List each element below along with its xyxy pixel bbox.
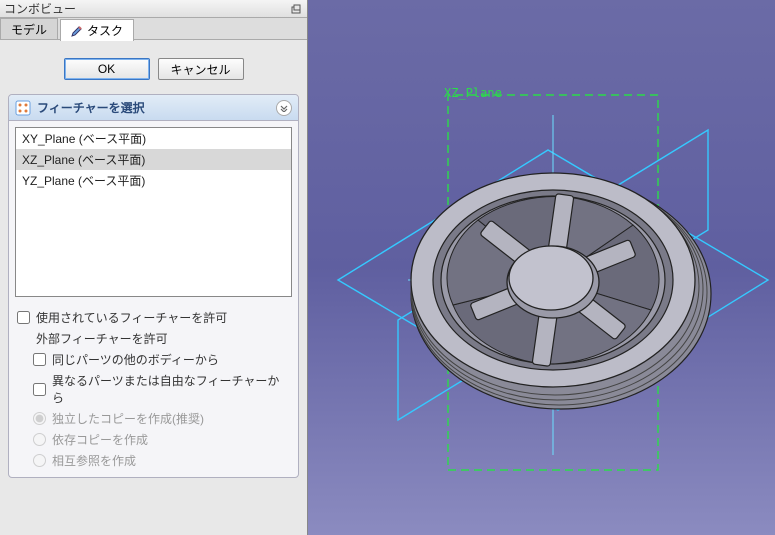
checkbox[interactable] xyxy=(33,353,46,366)
group-label: 外部フィーチャーを許可 xyxy=(36,330,168,347)
tab-model[interactable]: モデル xyxy=(0,18,58,39)
radio-label: 依存コピーを作成 xyxy=(52,431,148,448)
list-item[interactable]: XY_Plane (ベース平面) xyxy=(16,128,291,149)
3d-scene xyxy=(308,0,775,535)
tab-task-label: タスク xyxy=(87,22,123,39)
check-other-parts[interactable]: 異なるパーツまたは自由なフィーチャーから xyxy=(15,370,292,408)
3d-viewport[interactable]: XZ_Plane xyxy=(308,0,775,535)
check-label: 同じパーツの他のボディーから xyxy=(52,351,219,368)
radio xyxy=(33,433,46,446)
task-body: OK キャンセル フィーチャーを選択 XY_Plane (ベース平面) XZ_P… xyxy=(0,40,307,492)
select-feature-section: フィーチャーを選択 XY_Plane (ベース平面) XZ_Plane (ベース… xyxy=(8,94,299,478)
tab-task[interactable]: タスク xyxy=(60,19,134,41)
tab-bar: モデル タスク xyxy=(0,18,307,40)
radio-label: 相互参照を作成 xyxy=(52,452,136,469)
list-item[interactable]: YZ_Plane (ベース平面) xyxy=(16,170,291,191)
ok-button[interactable]: OK xyxy=(64,58,150,80)
combo-view-panel: コンボビュー モデル タスク OK キャンセル フィーチャーを選択 xyxy=(0,0,308,535)
undock-icon[interactable] xyxy=(289,2,303,16)
section-title: フィーチャーを選択 xyxy=(37,99,145,116)
radio-crossref: 相互参照を作成 xyxy=(15,450,292,471)
pencil-icon xyxy=(71,25,83,37)
check-label: 使用されているフィーチャーを許可 xyxy=(36,309,227,326)
panel-title-text: コンボビュー xyxy=(4,0,76,17)
panel-titlebar: コンボビュー xyxy=(0,0,307,18)
checkbox[interactable] xyxy=(17,311,30,324)
collapse-icon[interactable] xyxy=(276,100,292,116)
check-allow-used[interactable]: 使用されているフィーチャーを許可 xyxy=(15,307,292,328)
checkbox[interactable] xyxy=(33,383,46,396)
check-other-bodies[interactable]: 同じパーツの他のボディーから xyxy=(15,349,292,370)
check-label: 異なるパーツまたは自由なフィーチャーから xyxy=(52,372,290,406)
cancel-button[interactable]: キャンセル xyxy=(158,58,244,80)
radio-dependent: 依存コピーを作成 xyxy=(15,429,292,450)
radio-label: 独立したコピーを作成(推奨) xyxy=(52,410,204,427)
external-group-label: 外部フィーチャーを許可 xyxy=(15,328,292,349)
dialog-buttons: OK キャンセル xyxy=(8,58,299,80)
section-body: XY_Plane (ベース平面) XZ_Plane (ベース平面) YZ_Pla… xyxy=(9,121,298,477)
options-group: 使用されているフィーチャーを許可 外部フィーチャーを許可 同じパーツの他のボディ… xyxy=(15,307,292,471)
plane-list[interactable]: XY_Plane (ベース平面) XZ_Plane (ベース平面) YZ_Pla… xyxy=(15,127,292,297)
radio-independent: 独立したコピーを作成(推奨) xyxy=(15,408,292,429)
radio xyxy=(33,412,46,425)
radio xyxy=(33,454,46,467)
tab-model-label: モデル xyxy=(11,21,47,38)
feature-icon xyxy=(15,100,31,116)
section-header[interactable]: フィーチャーを選択 xyxy=(9,95,298,121)
active-plane-label: XZ_Plane xyxy=(444,86,502,100)
list-item[interactable]: XZ_Plane (ベース平面) xyxy=(16,149,291,170)
